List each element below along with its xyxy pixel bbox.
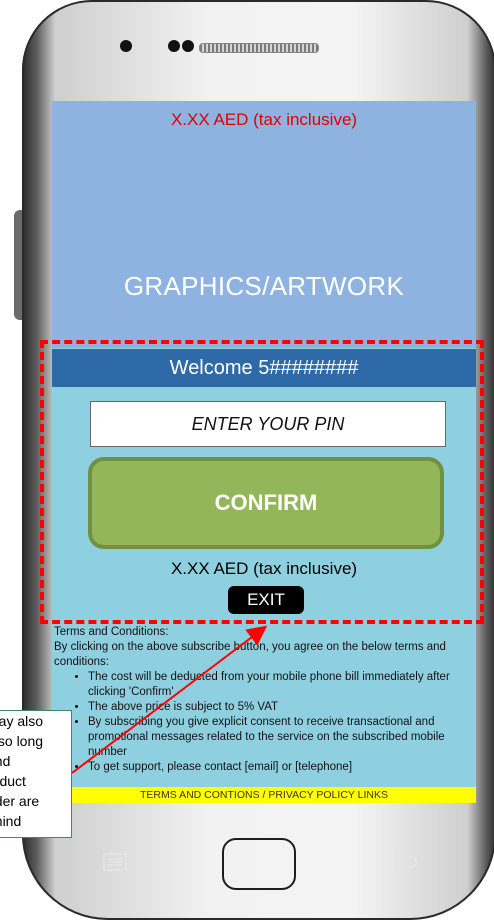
back-key-icon[interactable]: [392, 853, 418, 871]
home-button[interactable]: [222, 838, 296, 890]
menu-key-icon[interactable]: [103, 853, 127, 871]
callout-arrow: [71, 625, 268, 774]
